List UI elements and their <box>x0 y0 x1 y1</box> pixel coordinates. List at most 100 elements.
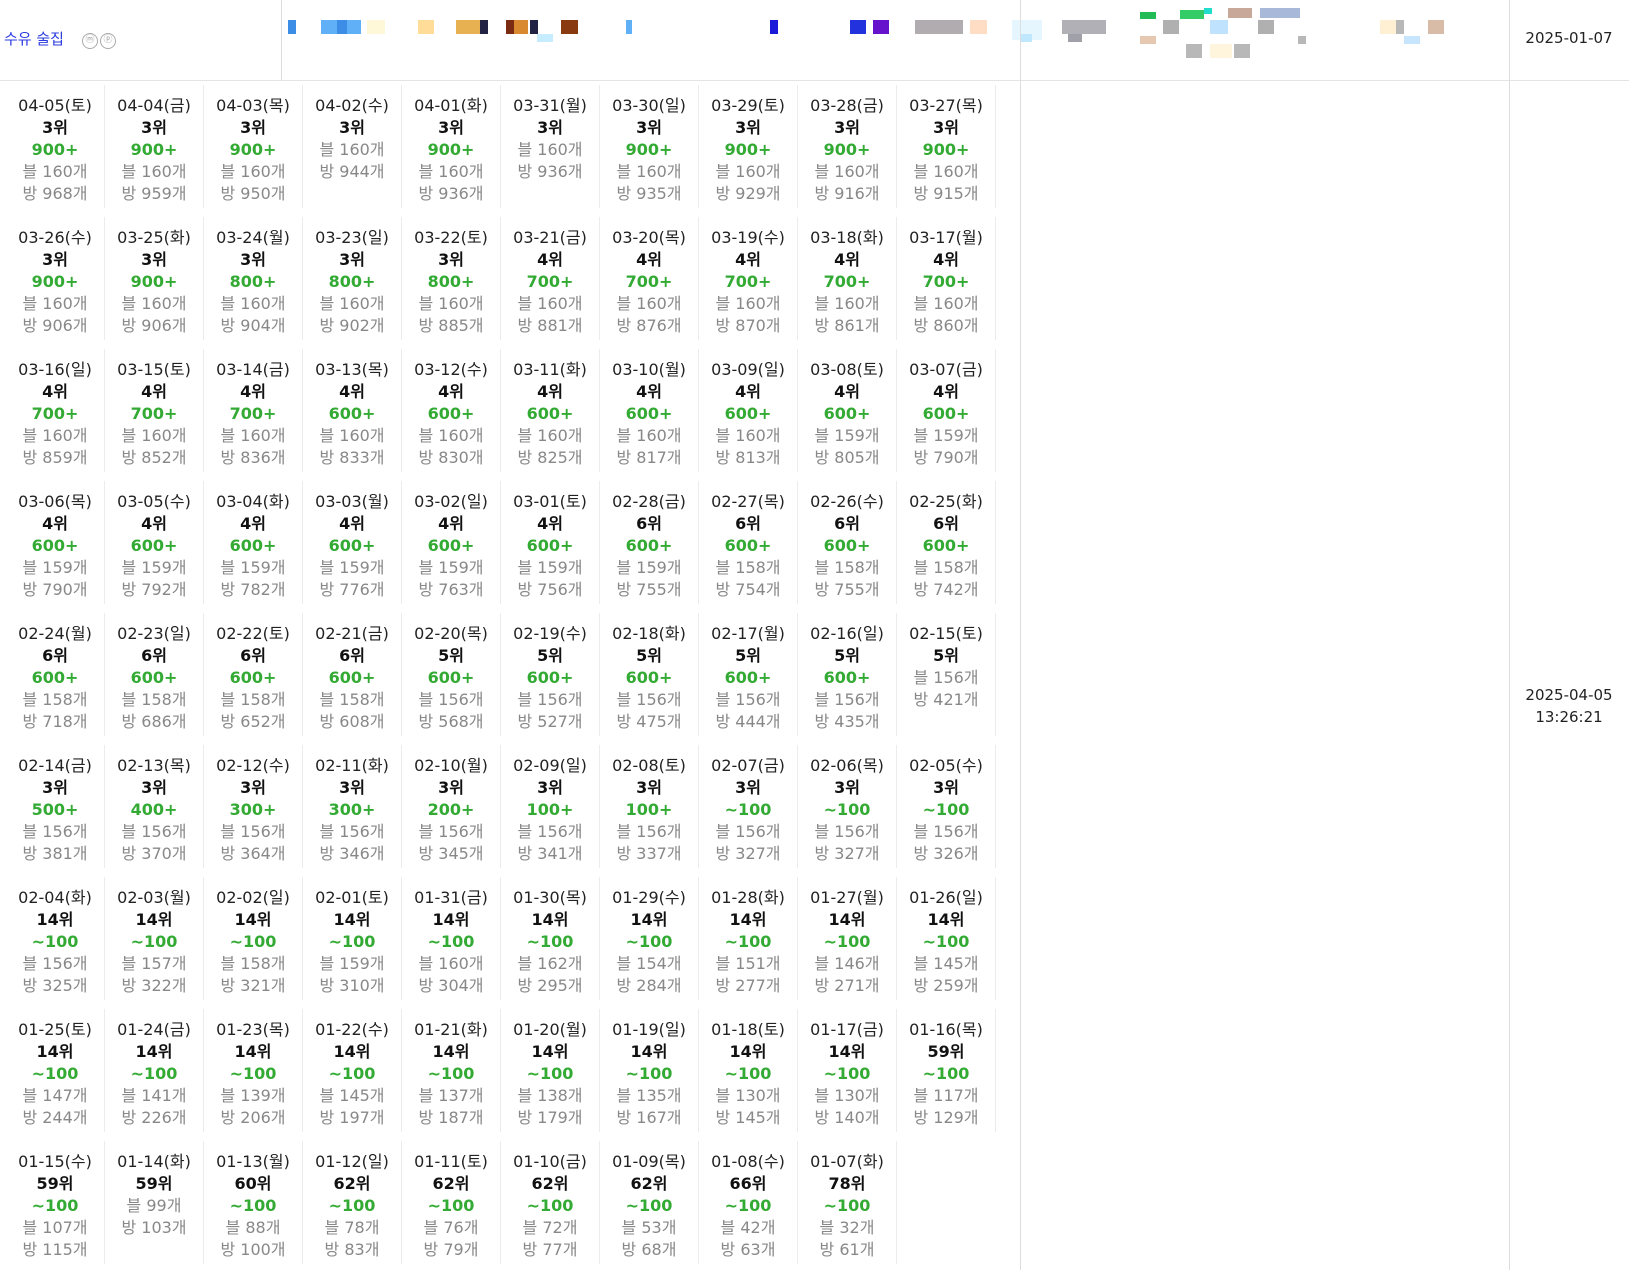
blog-count: 블 117개 <box>913 1086 979 1105</box>
rank-value: 3위 <box>537 778 563 797</box>
rank-value: 14위 <box>531 1042 569 1061</box>
blog-count: 블 159개 <box>616 558 682 577</box>
search-volume: ~100 <box>823 1196 871 1215</box>
rank-value: 14위 <box>333 1042 371 1061</box>
day-cell: 03-15(토) 4위 700+ 블 160개 방 852개 <box>105 349 204 472</box>
rank-value: 6위 <box>141 646 167 665</box>
date-label: 03-25(화) <box>117 228 191 247</box>
review-count: 방 916개 <box>814 184 880 203</box>
rank-value: 59위 <box>36 1174 74 1193</box>
blog-count: 블 156개 <box>814 822 880 841</box>
rank-value: 4위 <box>240 514 266 533</box>
date-label: 01-13(월) <box>216 1152 290 1171</box>
day-cell: 01-21(화) 14위 ~100 블 137개 방 187개 <box>402 1009 501 1132</box>
date-label: 02-22(토) <box>216 624 290 643</box>
p-badge-icon[interactable]: ⓟ <box>100 33 116 49</box>
date-label: 03-21(금) <box>513 228 587 247</box>
blog-count: 블 160개 <box>220 294 286 313</box>
day-cell: 02-04(화) 14위 ~100 블 156개 방 325개 <box>6 877 105 1000</box>
blog-count: 블 156개 <box>517 690 583 709</box>
blog-count: 블 160개 <box>715 294 781 313</box>
blog-count: 블 145개 <box>913 954 979 973</box>
day-cell: 02-27(목) 6위 600+ 블 158개 방 754개 <box>699 481 798 604</box>
rank-value: 6위 <box>834 514 860 533</box>
rank-value: 62위 <box>630 1174 668 1193</box>
search-volume: 600+ <box>130 668 178 687</box>
m-badge-icon[interactable]: ⓜ <box>82 33 98 49</box>
rank-value: 14위 <box>630 1042 668 1061</box>
rank-value: 3위 <box>735 778 761 797</box>
date-label: 01-07(화) <box>810 1152 884 1171</box>
review-count: 방 792개 <box>121 580 187 599</box>
day-cell: 02-19(수) 5위 600+ 블 156개 방 527개 <box>501 613 600 736</box>
search-volume: ~100 <box>427 1196 475 1215</box>
search-volume: ~100 <box>922 1064 970 1083</box>
date-label: 01-15(수) <box>18 1152 92 1171</box>
blog-count: 블 135개 <box>616 1086 682 1105</box>
review-count: 방 836개 <box>220 448 286 467</box>
day-cell: 03-09(일) 4위 600+ 블 160개 방 813개 <box>699 349 798 472</box>
review-count: 방 226개 <box>121 1108 187 1127</box>
rank-value: 78위 <box>828 1174 866 1193</box>
date-label: 01-10(금) <box>513 1152 587 1171</box>
blog-count: 블 158개 <box>220 954 286 973</box>
review-count: 방 755개 <box>616 580 682 599</box>
date-label: 02-21(금) <box>315 624 389 643</box>
review-count: 방 79개 <box>423 1240 479 1259</box>
review-count: 방 568개 <box>418 712 484 731</box>
blog-count: 블 160개 <box>121 294 187 313</box>
rank-value: 5위 <box>438 646 464 665</box>
search-volume: 700+ <box>526 272 574 291</box>
review-count: 방 304개 <box>418 976 484 995</box>
date-label: 04-03(목) <box>216 96 290 115</box>
rank-value: 3위 <box>339 118 365 137</box>
date-label: 03-08(토) <box>810 360 884 379</box>
review-count: 방 345개 <box>418 844 484 863</box>
day-cell: 02-16(일) 5위 600+ 블 156개 방 435개 <box>798 613 897 736</box>
blog-count: 블 156개 <box>418 822 484 841</box>
search-volume: 900+ <box>823 140 871 159</box>
day-cell: 01-28(화) 14위 ~100 블 151개 방 277개 <box>699 877 798 1000</box>
rank-value: 3위 <box>636 778 662 797</box>
date-label: 03-26(수) <box>18 228 92 247</box>
review-count: 방 321개 <box>220 976 286 995</box>
day-cell: 01-14(화) 59위 블 99개 방 103개 <box>105 1141 204 1264</box>
date-label: 04-05(토) <box>18 96 92 115</box>
day-cell: 02-11(화) 3위 300+ 블 156개 방 346개 <box>303 745 402 868</box>
review-count: 방 475개 <box>616 712 682 731</box>
search-volume: ~100 <box>130 1064 178 1083</box>
date-label: 02-20(목) <box>414 624 488 643</box>
day-cell: 03-06(목) 4위 600+ 블 159개 방 790개 <box>6 481 105 604</box>
date-label: 03-17(월) <box>909 228 983 247</box>
day-cell: 01-11(토) 62위 ~100 블 76개 방 79개 <box>402 1141 501 1264</box>
review-count: 방 140개 <box>814 1108 880 1127</box>
blog-count: 블 160개 <box>715 162 781 181</box>
date-label: 03-29(토) <box>711 96 785 115</box>
day-cell: 04-04(금) 3위 900+ 블 160개 방 959개 <box>105 85 204 208</box>
blog-count: 블 160개 <box>121 162 187 181</box>
date-label: 02-01(토) <box>315 888 389 907</box>
review-count: 방 959개 <box>121 184 187 203</box>
blog-count: 블 160개 <box>220 162 286 181</box>
date-label: 01-17(금) <box>810 1020 884 1039</box>
blog-count: 블 159개 <box>319 954 385 973</box>
blog-count: 블 160개 <box>22 294 88 313</box>
day-cell: 01-20(월) 14위 ~100 블 138개 방 179개 <box>501 1009 600 1132</box>
date-label: 01-14(화) <box>117 1152 191 1171</box>
keyword-link[interactable]: 수유 술집 <box>4 28 64 49</box>
day-cell: 02-07(금) 3위 ~100 블 156개 방 327개 <box>699 745 798 868</box>
search-volume: 600+ <box>823 536 871 555</box>
search-volume: 600+ <box>922 404 970 423</box>
date-label: 03-02(일) <box>414 492 488 511</box>
rank-value: 3위 <box>834 118 860 137</box>
rank-value: 14위 <box>36 1042 74 1061</box>
blog-count: 블 160개 <box>616 162 682 181</box>
search-volume: 600+ <box>31 536 79 555</box>
day-cell: 01-23(목) 14위 ~100 블 139개 방 206개 <box>204 1009 303 1132</box>
review-count: 방 271개 <box>814 976 880 995</box>
day-cell: 04-02(수) 3위 블 160개 방 944개 <box>303 85 402 208</box>
day-cell: 03-30(일) 3위 900+ 블 160개 방 935개 <box>600 85 699 208</box>
day-cell: 01-10(금) 62위 ~100 블 72개 방 77개 <box>501 1141 600 1264</box>
review-count: 방 295개 <box>517 976 583 995</box>
rank-value: 4위 <box>537 250 563 269</box>
